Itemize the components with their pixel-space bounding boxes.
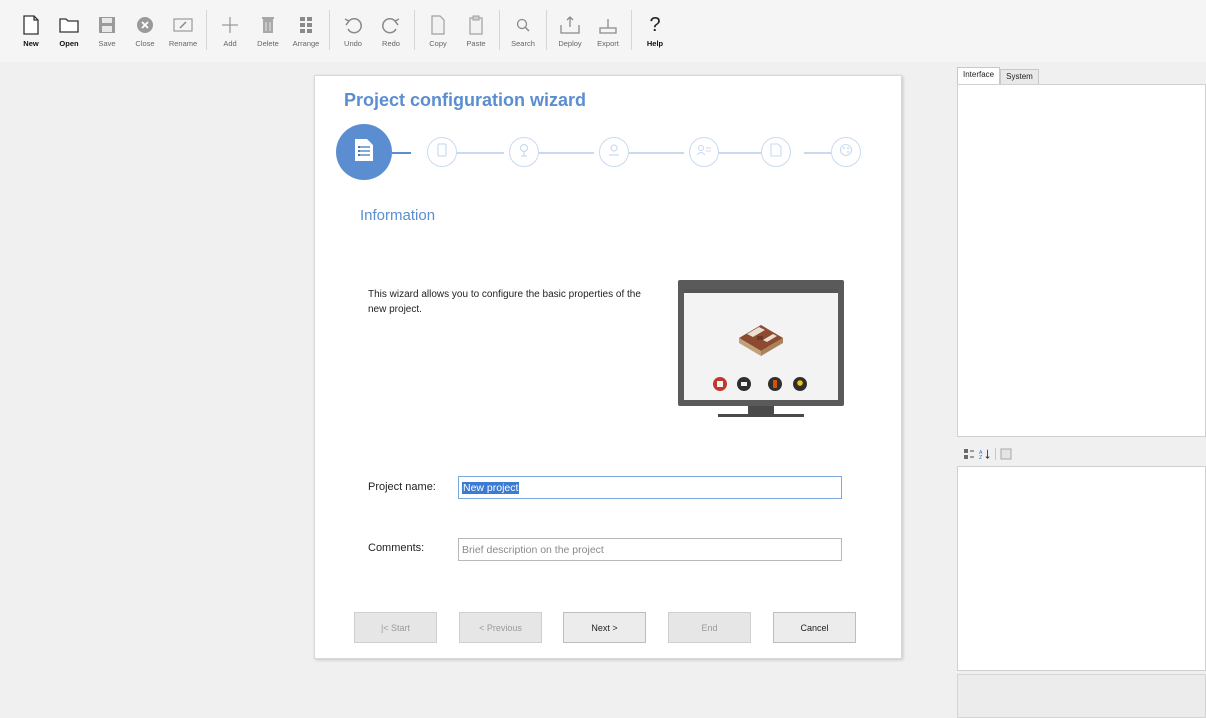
close-button[interactable]: Close xyxy=(126,14,164,48)
grid-icon xyxy=(295,14,317,36)
step-users[interactable] xyxy=(689,137,719,167)
toolbar-separator xyxy=(206,10,207,50)
property-description-panel xyxy=(957,674,1206,718)
search-button[interactable]: Search xyxy=(504,14,542,48)
document-icon xyxy=(353,137,375,168)
rename-button[interactable]: Rename xyxy=(164,14,202,48)
cancel-button[interactable]: Cancel xyxy=(773,612,856,643)
section-title: Information xyxy=(360,207,436,224)
sort-az-icon[interactable]: AZ xyxy=(979,448,991,460)
new-file-icon xyxy=(20,14,42,36)
save-icon xyxy=(96,14,118,36)
toolbar-separator xyxy=(995,448,996,460)
close-circle-icon xyxy=(134,14,156,36)
project-name-label: Project name: xyxy=(368,481,436,493)
step-information[interactable] xyxy=(336,124,392,180)
rename-icon xyxy=(172,14,194,36)
comments-label: Comments: xyxy=(368,542,425,554)
main-toolbar: New Open Save Close Rename Add Delete Ar… xyxy=(0,0,1206,62)
export-icon xyxy=(597,14,619,36)
project-configuration-wizard: Project configuration wizard Information xyxy=(314,75,902,659)
property-pages-icon[interactable] xyxy=(1000,448,1012,460)
location-pin-icon xyxy=(518,143,530,162)
help-button[interactable]: ? Help xyxy=(636,14,674,48)
save-button[interactable]: Save xyxy=(88,14,126,48)
open-button[interactable]: Open xyxy=(50,14,88,48)
end-button[interactable]: End xyxy=(668,612,751,643)
palette-icon xyxy=(839,143,853,162)
wizard-steps xyxy=(315,121,903,183)
project-name-value: New project xyxy=(462,481,520,494)
user-list-icon xyxy=(696,143,712,161)
comments-input[interactable] xyxy=(458,538,842,561)
map-icon xyxy=(607,143,621,162)
tablet-icon xyxy=(436,142,448,162)
redo-button[interactable]: Redo xyxy=(372,14,410,48)
panel-tabs: Interface System xyxy=(957,67,1206,84)
copy-button[interactable]: Copy xyxy=(419,14,457,48)
arrange-button[interactable]: Arrange xyxy=(287,14,325,48)
wizard-title: Project configuration wizard xyxy=(344,90,587,110)
properties-panel[interactable] xyxy=(957,466,1206,671)
svg-text:Z: Z xyxy=(979,455,982,460)
step-map[interactable] xyxy=(599,137,629,167)
redo-icon xyxy=(380,14,402,36)
interface-panel: Interface System xyxy=(957,67,1206,437)
tab-system[interactable]: System xyxy=(1000,69,1039,84)
step-connector xyxy=(392,152,411,154)
wizard-intro-text: This wizard allows you to configure the … xyxy=(368,289,641,315)
step-connector xyxy=(534,152,594,154)
step-device[interactable] xyxy=(427,137,457,167)
deploy-icon xyxy=(559,14,581,36)
toolbar-separator xyxy=(414,10,415,50)
interface-tree[interactable] xyxy=(957,84,1206,437)
toolbar-separator xyxy=(631,10,632,50)
search-icon xyxy=(512,14,534,36)
categorized-icon[interactable] xyxy=(963,448,975,460)
document-check-icon xyxy=(770,142,782,162)
paste-button[interactable]: Paste xyxy=(457,14,495,48)
tab-interface[interactable]: Interface xyxy=(957,67,1001,84)
properties-toolbar: AZ xyxy=(957,443,1206,465)
new-button[interactable]: New xyxy=(12,14,50,48)
paste-icon xyxy=(465,14,487,36)
step-appearance[interactable] xyxy=(831,137,861,167)
plus-icon xyxy=(219,14,241,36)
deploy-button[interactable]: Deploy xyxy=(551,14,589,48)
monitor-illustration xyxy=(678,280,846,427)
project-name-input[interactable]: New project xyxy=(458,476,842,499)
copy-icon xyxy=(427,14,449,36)
help-icon: ? xyxy=(649,14,661,36)
folder-icon xyxy=(58,14,80,36)
undo-button[interactable]: Undo xyxy=(334,14,372,48)
previous-button[interactable]: < Previous xyxy=(459,612,542,643)
toolbar-separator xyxy=(329,10,330,50)
undo-icon xyxy=(342,14,364,36)
export-button[interactable]: Export xyxy=(589,14,627,48)
step-connector xyxy=(624,152,684,154)
step-location[interactable] xyxy=(509,137,539,167)
toolbar-separator xyxy=(499,10,500,50)
next-button[interactable]: Next > xyxy=(563,612,646,643)
step-summary[interactable] xyxy=(761,137,791,167)
step-connector xyxy=(804,152,831,154)
add-button[interactable]: Add xyxy=(211,14,249,48)
trash-icon xyxy=(257,14,279,36)
delete-button[interactable]: Delete xyxy=(249,14,287,48)
start-button[interactable]: |< Start xyxy=(354,612,437,643)
toolbar-separator xyxy=(546,10,547,50)
